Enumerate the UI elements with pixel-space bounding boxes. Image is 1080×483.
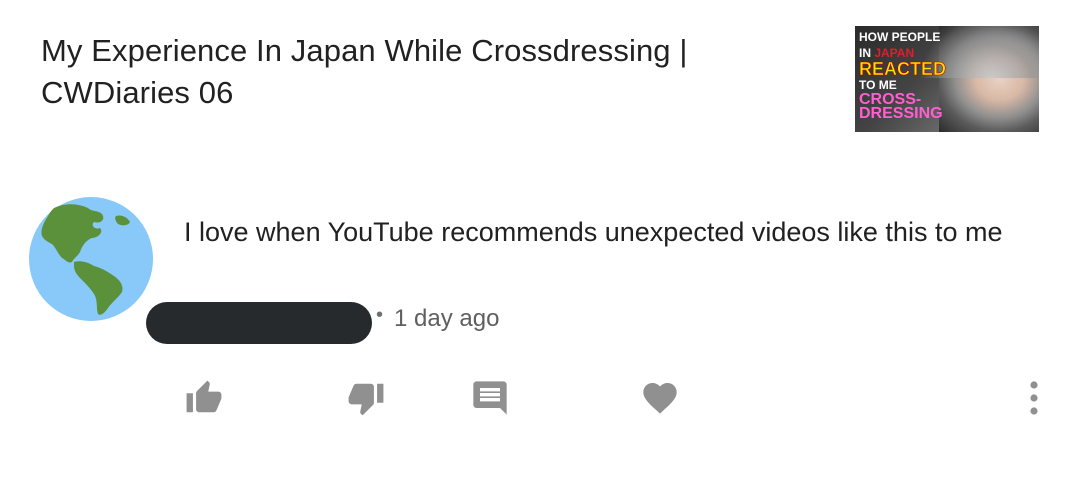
thumbnail-caption-line1: HOW PEOPLE bbox=[859, 30, 941, 44]
more-options-button[interactable] bbox=[1012, 376, 1056, 420]
author-name-redacted[interactable] bbox=[146, 302, 372, 344]
dislike-button[interactable] bbox=[344, 376, 388, 420]
reply-comment-icon bbox=[473, 381, 507, 415]
more-vertical-icon bbox=[1030, 381, 1038, 415]
thumbnail-caption-line6: DRESSING bbox=[859, 105, 943, 122]
meta-separator: • bbox=[376, 304, 384, 326]
avatar[interactable] bbox=[28, 196, 154, 322]
like-button[interactable] bbox=[182, 376, 226, 420]
comment-text: I love when YouTube recommends unexpecte… bbox=[184, 217, 1003, 247]
video-title[interactable]: My Experience In Japan While Crossdressi… bbox=[41, 30, 801, 114]
video-thumbnail[interactable]: HOW PEOPLE IN JAPAN REACTED TO ME CROSS-… bbox=[855, 26, 1039, 132]
heart-button[interactable] bbox=[638, 376, 682, 420]
thumbnail-caption-line3: REACTED bbox=[859, 59, 947, 79]
thumbs-down-icon bbox=[348, 383, 384, 416]
globe-americas-icon bbox=[29, 197, 153, 321]
reply-button[interactable] bbox=[468, 376, 512, 420]
heart-icon bbox=[643, 383, 677, 414]
thumbs-up-icon bbox=[186, 380, 222, 413]
thumbnail-caption-line2-highlight: JAPAN bbox=[874, 46, 915, 60]
thumbnail-caption: HOW PEOPLE IN JAPAN REACTED TO ME CROSS-… bbox=[859, 30, 947, 122]
comment-timestamp: 1 day ago bbox=[394, 305, 500, 332]
thumbnail-caption-line2-prefix: IN bbox=[859, 46, 875, 60]
